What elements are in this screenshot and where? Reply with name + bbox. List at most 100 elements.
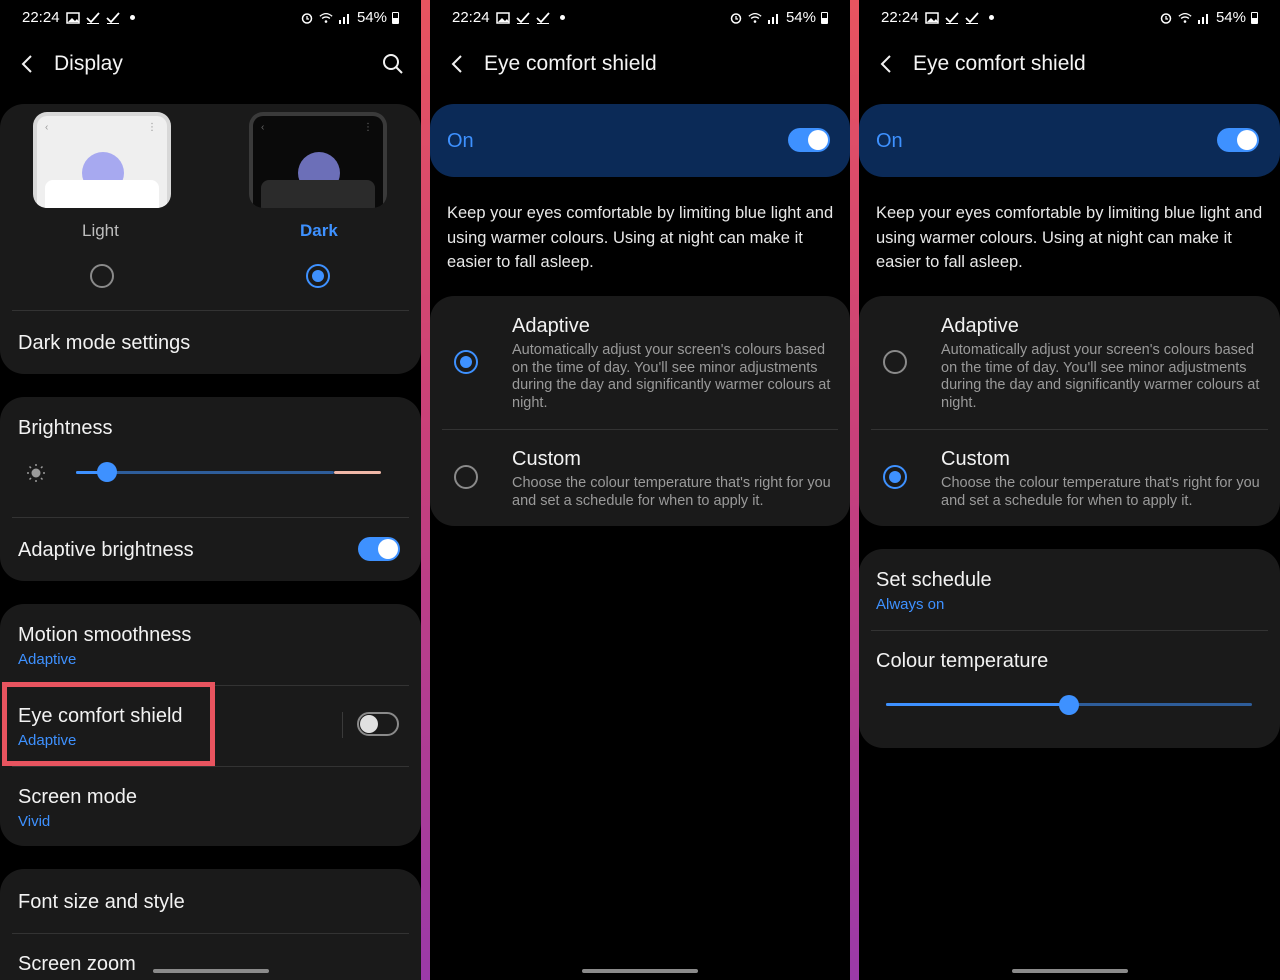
- on-banner[interactable]: On: [430, 104, 850, 177]
- back-arrow-icon[interactable]: [446, 52, 470, 76]
- font-size-style-label[interactable]: Font size and style: [18, 891, 185, 914]
- eye-comfort-custom-screen: 22:24 54% Eye comfort shield On Keep you…: [859, 0, 1280, 980]
- mode-options-card: Adaptive Automatically adjust your scree…: [859, 296, 1280, 526]
- adaptive-option-label[interactable]: Adaptive: [512, 315, 590, 338]
- check-icon: [535, 11, 550, 24]
- description-text: Keep your eyes comfortable by limiting b…: [447, 204, 834, 271]
- panel-divider: [421, 0, 430, 980]
- on-label: On: [447, 130, 474, 152]
- adaptive-radio[interactable]: [454, 350, 478, 374]
- adaptive-brightness-toggle[interactable]: [358, 537, 400, 561]
- dark-mode-settings-item[interactable]: Dark mode settings: [18, 332, 190, 355]
- eye-comfort-adaptive-screen: 22:24 54% Eye comfort shield On Keep you…: [430, 0, 850, 980]
- back-arrow-icon[interactable]: [16, 52, 40, 76]
- status-time: 22:24: [22, 9, 60, 26]
- status-time: 22:24: [452, 9, 490, 26]
- brightness-extra-track: [334, 471, 381, 474]
- status-time: 22:24: [881, 9, 919, 26]
- home-indicator: [152, 969, 269, 973]
- eye-comfort-shield-toggle[interactable]: [357, 712, 399, 736]
- preview-card: [261, 180, 375, 208]
- search-icon[interactable]: [381, 52, 405, 76]
- toggle-divider: [342, 712, 343, 738]
- check-icon: [105, 11, 120, 24]
- status-bar: 22:24 54%: [0, 9, 421, 29]
- wifi-icon: [319, 12, 333, 23]
- description-text: Keep your eyes comfortable by limiting b…: [876, 204, 1263, 271]
- screen-mode-label[interactable]: Screen mode: [18, 786, 137, 809]
- custom-radio[interactable]: [883, 465, 907, 489]
- brightness-slider-thumb[interactable]: [97, 462, 117, 482]
- gallery-icon: [495, 11, 510, 24]
- check-icon: [944, 11, 959, 24]
- adaptive-option-desc: Automatically adjust your screen's colou…: [512, 342, 831, 411]
- eye-comfort-master-toggle[interactable]: [788, 128, 830, 152]
- signal-icon: [338, 13, 349, 24]
- set-schedule-value: Always on: [876, 596, 945, 613]
- status-bar: 22:24 54%: [430, 9, 850, 29]
- colour-temperature-slider-thumb[interactable]: [1059, 695, 1079, 715]
- custom-radio[interactable]: [454, 465, 478, 489]
- theme-card: ‹ ⋮ ‹ ⋮ Light Dark Dark mode settings: [0, 104, 421, 374]
- adaptive-option-label[interactable]: Adaptive: [941, 315, 1019, 338]
- light-theme-label: Light: [82, 221, 119, 240]
- set-schedule-label[interactable]: Set schedule: [876, 569, 992, 592]
- preview-more-icon: ⋮: [363, 122, 373, 133]
- back-arrow-icon[interactable]: [875, 52, 899, 76]
- eye-comfort-master-toggle[interactable]: [1217, 128, 1259, 152]
- colour-temperature-fill: [886, 703, 1069, 706]
- alarm-icon: [1160, 12, 1172, 24]
- signal-icon: [1197, 13, 1208, 24]
- adaptive-brightness-label: Adaptive brightness: [18, 539, 194, 561]
- battery-icon: [392, 11, 399, 24]
- custom-option-label[interactable]: Custom: [941, 448, 1010, 471]
- adaptive-radio[interactable]: [883, 350, 907, 374]
- notification-dot: [559, 15, 565, 20]
- panel-divider: [850, 0, 859, 980]
- custom-option-label[interactable]: Custom: [512, 448, 581, 471]
- screen-mode-value: Vivid: [18, 813, 51, 830]
- preview-more-icon: ⋮: [147, 122, 157, 133]
- notification-dot: [988, 15, 994, 20]
- highlight-box: [2, 682, 215, 766]
- preview-back-icon: ‹: [45, 122, 49, 133]
- motion-smoothness-label[interactable]: Motion smoothness: [18, 624, 191, 647]
- page-title: Eye comfort shield: [913, 52, 1086, 75]
- signal-icon: [767, 13, 778, 24]
- top-bar: Eye comfort shield: [430, 44, 850, 84]
- gallery-icon: [65, 11, 80, 24]
- home-indicator: [1011, 969, 1128, 973]
- dark-theme-radio[interactable]: [306, 264, 330, 288]
- sun-icon: [27, 464, 45, 482]
- check-icon: [85, 11, 100, 24]
- dark-theme-preview[interactable]: ‹ ⋮: [249, 112, 387, 208]
- custom-settings-card: Set schedule Always on Colour temperatur…: [859, 549, 1280, 748]
- battery-icon: [1251, 11, 1258, 24]
- wifi-icon: [748, 12, 762, 23]
- dark-theme-label: Dark: [300, 221, 338, 240]
- battery-icon: [821, 11, 828, 24]
- page-title: Display: [54, 52, 123, 75]
- on-label: On: [876, 130, 903, 152]
- check-icon: [515, 11, 530, 24]
- light-theme-preview[interactable]: ‹ ⋮: [33, 112, 171, 208]
- colour-temperature-label: Colour temperature: [876, 650, 1049, 672]
- display-screen: 22:24 54% Display ‹ ⋮ ‹ ⋮ Light Dark Dar…: [0, 0, 421, 980]
- status-bar: 22:24 54%: [859, 9, 1280, 29]
- page-title: Eye comfort shield: [484, 52, 657, 75]
- battery-percent: 54%: [785, 9, 816, 26]
- check-icon: [964, 11, 979, 24]
- preview-card: [45, 180, 159, 208]
- motion-smoothness-value: Adaptive: [18, 651, 77, 668]
- gallery-icon: [924, 11, 939, 24]
- custom-option-desc: Choose the colour temperature that's rig…: [512, 475, 831, 509]
- on-banner[interactable]: On: [859, 104, 1280, 177]
- screen-zoom-label[interactable]: Screen zoom: [18, 953, 136, 976]
- custom-option-desc: Choose the colour temperature that's rig…: [941, 475, 1260, 509]
- notification-dot: [129, 15, 135, 20]
- brightness-label: Brightness: [18, 417, 113, 439]
- light-theme-radio[interactable]: [90, 264, 114, 288]
- alarm-icon: [730, 12, 742, 24]
- home-indicator: [582, 969, 698, 973]
- adaptive-option-desc: Automatically adjust your screen's colou…: [941, 342, 1260, 411]
